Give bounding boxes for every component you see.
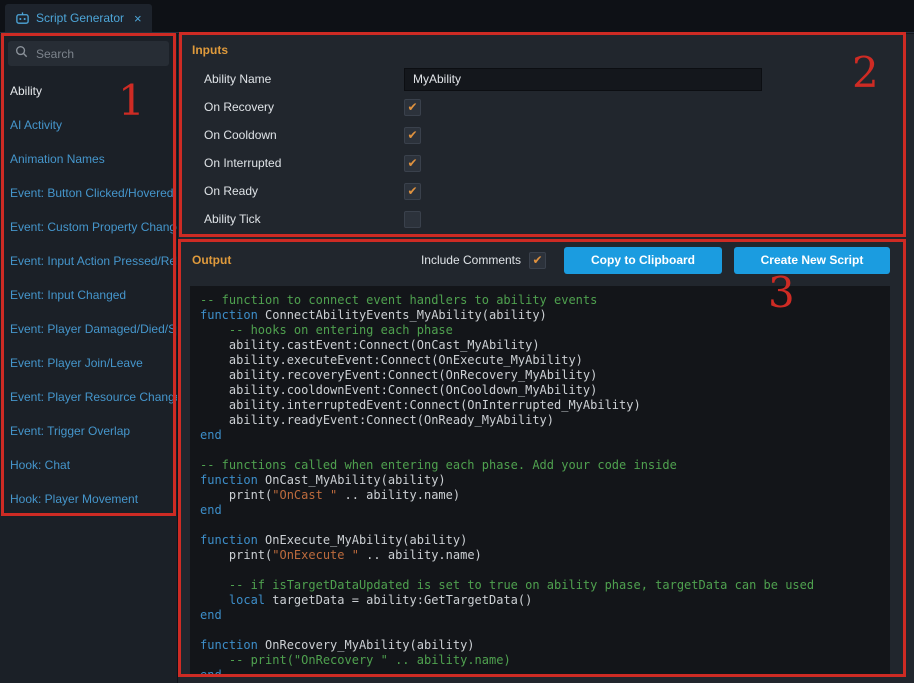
- code-line: [200, 443, 880, 458]
- ability-name-input[interactable]: [404, 68, 762, 91]
- inputs-form: Ability Name On Recovery On Cooldown On Int…: [192, 65, 900, 233]
- output-panel: Output Include Comments Copy to Clipboar…: [178, 240, 914, 683]
- code-line: -- print("OnRecovery " .. ability.name): [200, 653, 880, 668]
- code-line: print("OnCast " .. ability.name): [200, 488, 880, 503]
- output-header: Output Include Comments Copy to Clipboar…: [178, 240, 914, 280]
- code-line: -- functions called when entering each p…: [200, 458, 880, 473]
- code-lines: -- function to connect event handlers to…: [200, 293, 880, 677]
- input-row: On Interrupted: [192, 149, 900, 177]
- code-line: end: [200, 503, 880, 518]
- code-line: local targetData = ability:GetTargetData…: [200, 593, 880, 608]
- include-comments-checkbox[interactable]: [529, 252, 546, 269]
- code-line: ability.recoveryEvent:Connect(OnRecovery…: [200, 368, 880, 383]
- tab-script-generator[interactable]: Script Generator ×: [5, 4, 152, 32]
- code-line: function OnExecute_MyAbility(ability): [200, 533, 880, 548]
- content: Inputs Ability Name On Recovery On Cooldow…: [178, 34, 914, 683]
- code-line: end: [200, 428, 880, 443]
- input-row: On Ready: [192, 177, 900, 205]
- sidebar-item-event-button-clicked-hovered[interactable]: Event: Button Clicked/Hovered: [0, 176, 177, 210]
- sidebar-item-event-trigger-overlap[interactable]: Event: Trigger Overlap: [0, 414, 177, 448]
- sidebar-item-hook-player-movement[interactable]: Hook: Player Movement: [0, 482, 177, 516]
- sidebar-list: AbilityAI ActivityAnimation NamesEvent: …: [0, 74, 177, 516]
- close-icon[interactable]: ×: [134, 11, 142, 26]
- ability-tick-checkbox[interactable]: [404, 211, 421, 228]
- input-row: Ability Tick: [192, 205, 900, 233]
- input-label: On Recovery: [204, 100, 404, 114]
- code-line: [200, 518, 880, 533]
- input-label: On Cooldown: [204, 128, 404, 142]
- sidebar-item-animation-names[interactable]: Animation Names: [0, 142, 177, 176]
- sidebar-item-event-player-join-leave[interactable]: Event: Player Join/Leave: [0, 346, 177, 380]
- on-recovery-checkbox[interactable]: [404, 99, 421, 116]
- sidebar-item-hook-chat[interactable]: Hook: Chat: [0, 448, 177, 482]
- output-title: Output: [192, 253, 231, 267]
- code-output[interactable]: -- function to connect event handlers to…: [190, 286, 890, 677]
- input-label: Ability Name: [204, 72, 404, 86]
- tab-bar: Script Generator ×: [0, 0, 914, 33]
- inputs-title: Inputs: [192, 43, 900, 57]
- input-row: On Recovery: [192, 93, 900, 121]
- search-input[interactable]: [34, 46, 162, 62]
- code-line: ability.interruptedEvent:Connect(OnInter…: [200, 398, 880, 413]
- script-generator-window: Script Generator × AbilityAI ActivityAni…: [0, 0, 914, 683]
- input-row: Ability Name: [192, 65, 900, 93]
- code-line: [200, 563, 880, 578]
- main-area: AbilityAI ActivityAnimation NamesEvent: …: [0, 34, 914, 683]
- sidebar-item-event-input-action-pressed-released[interactable]: Event: Input Action Pressed/Released: [0, 244, 177, 278]
- tab-label: Script Generator: [36, 11, 124, 25]
- sidebar-item-ai-activity[interactable]: AI Activity: [0, 108, 177, 142]
- code-line: function ConnectAbilityEvents_MyAbility(…: [200, 308, 880, 323]
- code-line: -- if isTargetDataUpdated is set to true…: [200, 578, 880, 593]
- input-row: On Cooldown: [192, 121, 900, 149]
- code-line: ability.executeEvent:Connect(OnExecute_M…: [200, 353, 880, 368]
- code-line: print("OnExecute " .. ability.name): [200, 548, 880, 563]
- on-ready-checkbox[interactable]: [404, 183, 421, 200]
- on-cooldown-checkbox[interactable]: [404, 127, 421, 144]
- code-line: ability.castEvent:Connect(OnCast_MyAbili…: [200, 338, 880, 353]
- code-line: end: [200, 608, 880, 623]
- code-line: [200, 623, 880, 638]
- code-line: ability.readyEvent:Connect(OnReady_MyAbi…: [200, 413, 880, 428]
- input-label: Ability Tick: [204, 212, 404, 226]
- code-line: function OnRecovery_MyAbility(ability): [200, 638, 880, 653]
- search-box[interactable]: [8, 41, 169, 66]
- input-label: On Interrupted: [204, 156, 404, 170]
- sidebar-item-event-input-changed[interactable]: Event: Input Changed: [0, 278, 177, 312]
- sidebar-item-ability[interactable]: Ability: [0, 74, 177, 108]
- create-new-script-button[interactable]: Create New Script: [734, 247, 890, 274]
- inputs-panel: Inputs Ability Name On Recovery On Cooldow…: [178, 34, 914, 240]
- copy-to-clipboard-button[interactable]: Copy to Clipboard: [564, 247, 722, 274]
- include-comments-label: Include Comments: [421, 253, 521, 267]
- sidebar-item-event-custom-property-changed[interactable]: Event: Custom Property Changed: [0, 210, 177, 244]
- code-line: function OnCast_MyAbility(ability): [200, 473, 880, 488]
- script-generator-icon: [15, 11, 30, 26]
- code-line: -- function to connect event handlers to…: [200, 293, 880, 308]
- code-line: -- hooks on entering each phase: [200, 323, 880, 338]
- sidebar-item-event-player-resource-changed[interactable]: Event: Player Resource Changed: [0, 380, 177, 414]
- on-interrupted-checkbox[interactable]: [404, 155, 421, 172]
- sidebar: AbilityAI ActivityAnimation NamesEvent: …: [0, 34, 178, 683]
- code-line: end: [200, 668, 880, 677]
- code-line: ability.cooldownEvent:Connect(OnCooldown…: [200, 383, 880, 398]
- sidebar-item-event-player-damaged-died-spawned[interactable]: Event: Player Damaged/Died/Spawned: [0, 312, 177, 346]
- input-label: On Ready: [204, 184, 404, 198]
- search-icon: [15, 45, 28, 63]
